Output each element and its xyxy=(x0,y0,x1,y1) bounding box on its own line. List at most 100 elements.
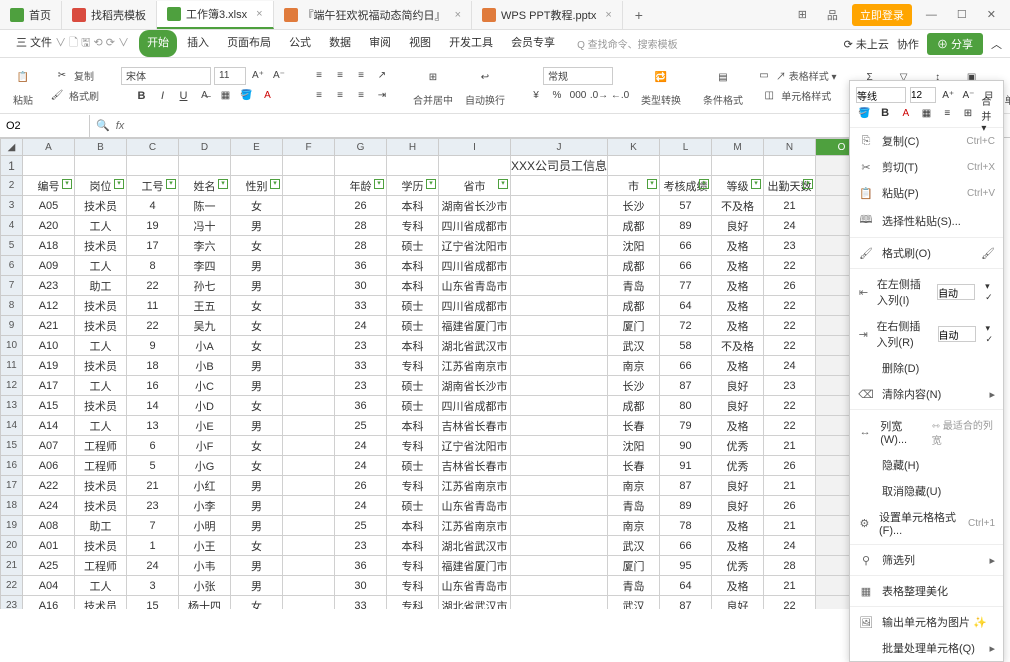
mini-more[interactable]: 合并▾ xyxy=(980,105,997,121)
cell[interactable]: A12 xyxy=(23,296,75,316)
cell[interactable] xyxy=(283,496,335,516)
cell[interactable]: 66 xyxy=(660,256,712,276)
cell[interactable]: 1 xyxy=(127,536,179,556)
cell[interactable]: 厦门 xyxy=(608,556,660,576)
cell[interactable] xyxy=(511,276,608,296)
cell[interactable]: 21 xyxy=(764,196,816,216)
menu-数据[interactable]: 数据 xyxy=(321,30,359,57)
cell[interactable]: 小B xyxy=(179,356,231,376)
cell[interactable]: 9 xyxy=(127,336,179,356)
cell[interactable]: 湖北省武汉市 xyxy=(439,536,511,556)
cond-format[interactable]: ▤ xyxy=(710,64,736,90)
cell[interactable]: 厦门 xyxy=(608,316,660,336)
cell[interactable]: 长春 xyxy=(608,456,660,476)
cell[interactable]: 专科 xyxy=(387,576,439,596)
table-header-市[interactable]: 市▾ xyxy=(608,176,660,196)
number-format[interactable] xyxy=(543,67,613,85)
cellstyle-label[interactable]: 单元格样式 xyxy=(781,88,831,103)
cell[interactable]: 26 xyxy=(764,456,816,476)
cell[interactable]: 成都 xyxy=(608,296,660,316)
cell[interactable]: 23 xyxy=(764,376,816,396)
row-header-12[interactable]: 12 xyxy=(1,376,23,396)
cell[interactable]: 技术员 xyxy=(75,316,127,336)
cell[interactable]: 19 xyxy=(127,216,179,236)
filter-icon[interactable]: ▾ xyxy=(62,179,72,189)
cell[interactable]: 南京 xyxy=(608,476,660,496)
cell[interactable]: 小红 xyxy=(179,476,231,496)
menu-公式[interactable]: 公式 xyxy=(281,30,319,57)
cell[interactable]: 江苏省南京市 xyxy=(439,356,511,376)
cell[interactable]: 小C xyxy=(179,376,231,396)
cell[interactable]: 23 xyxy=(335,336,387,356)
fx-label[interactable]: fx xyxy=(116,120,125,132)
col-header-M[interactable]: M xyxy=(712,139,764,156)
name-box[interactable] xyxy=(0,115,90,137)
menu-插入[interactable]: 插入 xyxy=(179,30,217,57)
cell[interactable]: 长春 xyxy=(608,416,660,436)
cell[interactable]: A07 xyxy=(23,436,75,456)
cell[interactable]: 22 xyxy=(764,416,816,436)
cell[interactable]: 小张 xyxy=(179,576,231,596)
row-header-21[interactable]: 21 xyxy=(1,556,23,576)
menu-开始[interactable]: 开始 xyxy=(139,30,177,57)
row-header-11[interactable]: 11 xyxy=(1,356,23,376)
font-color[interactable]: A xyxy=(259,87,277,105)
cell[interactable] xyxy=(511,236,608,256)
cell[interactable]: 不及格 xyxy=(712,196,764,216)
cell[interactable]: 吴九 xyxy=(179,316,231,336)
cell[interactable]: 24 xyxy=(335,316,387,336)
cell[interactable]: 小E xyxy=(179,416,231,436)
cell[interactable]: 22 xyxy=(764,336,816,356)
cell[interactable]: 技术员 xyxy=(75,476,127,496)
menu-三 文件[interactable]: 三 文件 ∨ 🗋 🖫 ⟲ ⟳ ∨ xyxy=(8,30,137,57)
cell[interactable]: 硕士 xyxy=(387,296,439,316)
cell[interactable] xyxy=(283,216,335,236)
cell[interactable]: A25 xyxy=(23,556,75,576)
dec-dec[interactable]: ←.0 xyxy=(611,87,629,105)
cell[interactable]: 女 xyxy=(231,196,283,216)
cell[interactable] xyxy=(283,256,335,276)
cell[interactable]: 男 xyxy=(231,516,283,536)
cell[interactable] xyxy=(511,516,608,536)
cell[interactable]: A10 xyxy=(23,336,75,356)
cell[interactable]: 本科 xyxy=(387,536,439,556)
cell[interactable] xyxy=(283,196,335,216)
cell[interactable]: 武汉 xyxy=(608,536,660,556)
cell[interactable] xyxy=(511,456,608,476)
cell[interactable]: 21 xyxy=(764,476,816,496)
cell[interactable]: 硕士 xyxy=(387,456,439,476)
col-header-G[interactable]: G xyxy=(335,139,387,156)
menu-会员专享[interactable]: 会员专享 xyxy=(503,30,563,57)
ctx-item-22[interactable]: 批量处理单元格(Q)▸ xyxy=(850,635,1003,661)
login-button[interactable]: 立即登录 xyxy=(852,4,912,26)
cell[interactable]: 技术员 xyxy=(75,356,127,376)
cell[interactable] xyxy=(608,156,660,176)
filter-icon[interactable]: ▾ xyxy=(699,179,709,189)
cell[interactable]: 26 xyxy=(335,476,387,496)
menu-开发工具[interactable]: 开发工具 xyxy=(441,30,501,57)
cell[interactable]: 87 xyxy=(660,596,712,610)
row-header-5[interactable]: 5 xyxy=(1,236,23,256)
cell[interactable] xyxy=(231,156,283,176)
row-header-18[interactable]: 18 xyxy=(1,496,23,516)
cell[interactable]: 24 xyxy=(335,496,387,516)
filter-icon[interactable]: ▾ xyxy=(114,179,124,189)
cell[interactable]: A15 xyxy=(23,396,75,416)
cell[interactable] xyxy=(283,576,335,596)
cell[interactable]: 良好 xyxy=(712,396,764,416)
cell[interactable]: 湖北省武汉市 xyxy=(439,336,511,356)
mini-size[interactable] xyxy=(910,87,936,103)
cell[interactable]: A14 xyxy=(23,416,75,436)
cell[interactable]: 66 xyxy=(660,356,712,376)
cell[interactable]: 江苏省南京市 xyxy=(439,476,511,496)
cell[interactable]: 22 xyxy=(764,316,816,336)
cell[interactable]: 山东省青岛市 xyxy=(439,276,511,296)
cell[interactable]: 福建省厦门市 xyxy=(439,556,511,576)
cell[interactable]: 33 xyxy=(335,356,387,376)
cell[interactable]: 23 xyxy=(127,496,179,516)
mini-dec[interactable]: A⁻ xyxy=(960,87,976,103)
cell[interactable] xyxy=(283,396,335,416)
cell[interactable]: 57 xyxy=(660,196,712,216)
cell[interactable]: 及格 xyxy=(712,576,764,596)
cell[interactable]: 硕士 xyxy=(387,376,439,396)
